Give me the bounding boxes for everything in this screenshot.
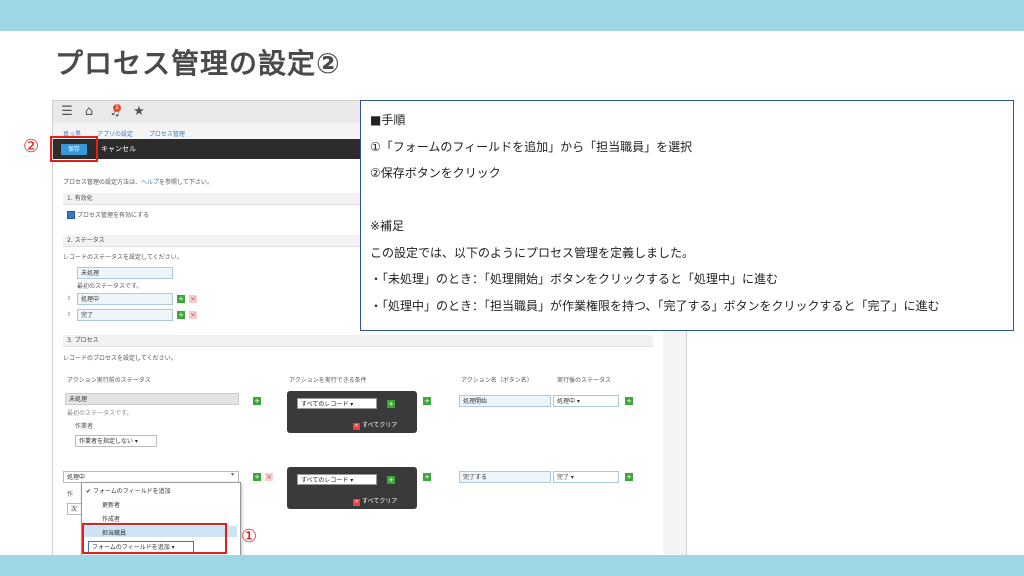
note-line: ・「未処理」のとき：「処理開始」ボタンをクリックすると「処理中」に進む: [370, 272, 779, 286]
clear-icon: ×: [353, 499, 360, 506]
add-row-button[interactable]: +: [625, 397, 633, 405]
notification-badge: 1: [113, 104, 121, 112]
cancel-button[interactable]: キャンセル: [101, 144, 136, 155]
column-header: 実行後のステータス: [557, 377, 612, 384]
remove-status-button[interactable]: ×: [189, 311, 197, 319]
assignee-label: 作: [67, 491, 74, 498]
enable-label: プロセス管理を有効にする: [77, 212, 150, 219]
column-header: アクションを実行できる条件: [289, 377, 367, 384]
remove-status-button[interactable]: ×: [189, 295, 197, 303]
add-condition-button[interactable]: +: [387, 400, 395, 408]
save-button-highlight: [50, 136, 98, 162]
intro-text: プロセス管理の設定方法は、ヘルプを参照して下さい。: [63, 179, 213, 186]
initial-status-note: 最初のステータスです。: [67, 410, 133, 417]
dropdown-item[interactable]: 更新者: [102, 500, 120, 509]
step-marker-1: ①: [241, 526, 258, 547]
add-row-button[interactable]: +: [253, 473, 261, 481]
add-condition-button[interactable]: +: [387, 476, 395, 484]
clear-conditions-link[interactable]: × すべてクリア: [353, 496, 397, 506]
status-field[interactable]: 処理中: [77, 293, 173, 305]
column-header: アクション実行前のステータス: [67, 377, 151, 384]
next-status-select[interactable]: 完了 ▾: [553, 471, 619, 483]
assignee-select[interactable]: 作業者を指定しない ▾: [75, 435, 157, 447]
note-line: ※補足: [370, 219, 405, 233]
bottom-accent-bar: [0, 555, 1024, 576]
instruction-note: ■手順 ①「フォームのフィールドを追加」から「担当職員」を選択 ②保存ボタンをク…: [360, 100, 1014, 331]
enable-checkbox[interactable]: [67, 211, 75, 219]
add-status-button[interactable]: +: [177, 311, 185, 319]
section-process: 3. プロセス: [63, 335, 653, 347]
add-row-button[interactable]: +: [423, 397, 431, 405]
remove-row-button[interactable]: ×: [265, 473, 273, 481]
menu-icon[interactable]: ☰: [59, 104, 75, 120]
status-description: レコードのステータスを設定してください。: [63, 254, 183, 261]
slide-title: プロセス管理の設定②: [55, 47, 341, 80]
assignee-label: 作業者: [75, 423, 94, 430]
clear-icon: ×: [353, 423, 360, 430]
action-name-field[interactable]: 完了する: [459, 471, 551, 483]
home-icon[interactable]: ⌂: [81, 104, 97, 120]
note-line: ①「フォームのフィールドを追加」から「担当職員」を選択: [370, 139, 693, 154]
add-row-button[interactable]: +: [423, 473, 431, 481]
note-line: ・「処理中」のとき：「担当職員」が作業権限を持つ、「完了する」ボタンをクリックす…: [370, 298, 940, 313]
drag-handle[interactable]: ⇕: [65, 310, 73, 320]
status-field[interactable]: 完了: [77, 309, 173, 321]
dropdown-item[interactable]: ✔ フォームのフィールドを追加: [86, 486, 171, 495]
add-row-button[interactable]: +: [625, 473, 633, 481]
note-line: ②保存ボタンをクリック: [370, 166, 501, 180]
star-icon[interactable]: ★: [131, 104, 147, 120]
condition-select[interactable]: すべてのレコード ▾: [297, 398, 377, 409]
help-link[interactable]: ヘルプ: [141, 179, 159, 186]
top-accent-bar: [0, 0, 1024, 31]
breadcrumb-item[interactable]: アプリの設定: [97, 131, 133, 138]
dropdown-item[interactable]: 作成者: [102, 514, 120, 523]
note-line: ■手順: [370, 113, 406, 127]
next-status-select[interactable]: 処理中 ▾: [553, 395, 619, 407]
breadcrumb-item: プロセス管理: [148, 131, 185, 138]
clear-conditions-link[interactable]: × すべてクリア: [353, 420, 397, 430]
column-header: アクション名（ボタン名）: [461, 377, 533, 384]
drag-handle[interactable]: ⇕: [65, 294, 73, 304]
status-field[interactable]: 未処理: [77, 267, 173, 279]
pre-status-field: 未処理: [65, 393, 239, 405]
dropdown-highlight-frame: [82, 523, 227, 554]
chevron-down-icon: ▾: [231, 471, 235, 478]
add-status-button[interactable]: +: [177, 295, 185, 303]
action-name-field[interactable]: 処理開始: [459, 395, 551, 407]
process-description: レコードのプロセスを設定してください。: [63, 355, 177, 362]
condition-select[interactable]: すべてのレコード ▾: [297, 474, 377, 485]
initial-status-note: 最初のステータスです。: [77, 283, 143, 290]
note-line: この設定では、以下のようにプロセス管理を定義しました。: [370, 245, 695, 260]
step-marker-2: ②: [23, 136, 40, 157]
note-line: [370, 187, 1004, 214]
add-row-button[interactable]: +: [253, 397, 261, 405]
